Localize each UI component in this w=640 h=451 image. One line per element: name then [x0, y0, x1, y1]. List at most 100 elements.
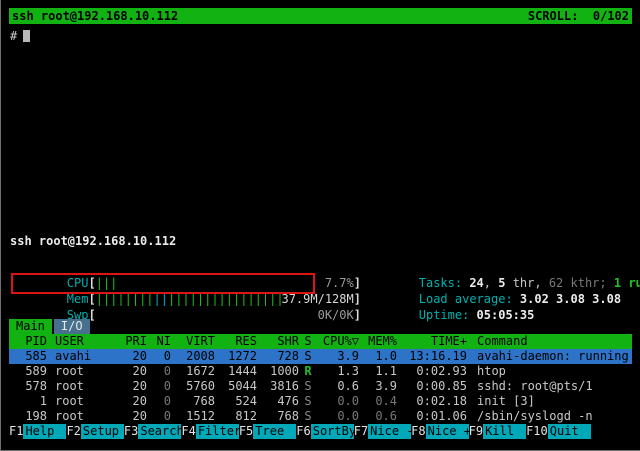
process-row[interactable]: 1 root 20 0 768 524 476 S 0.0 0.4 0:02.1…	[9, 394, 632, 409]
mem-meter-bars-buffers: ||	[154, 292, 168, 306]
fnkey-nice-minus[interactable]: F7Nice -	[354, 424, 411, 439]
tab-main[interactable]: Main	[9, 319, 52, 334]
fnkey-nice-plus[interactable]: F8Nice +	[411, 424, 468, 439]
process-row-selected[interactable]: 585 avahi 20 0 2008 1272 728 S 3.9 1.0 1…	[9, 349, 632, 364]
cell-res: 5044	[215, 379, 257, 394]
fnkey-action: Help	[23, 424, 66, 439]
cell-virt: 1512	[171, 409, 215, 424]
cell-pid: 198	[9, 409, 47, 424]
cell-res: 1272	[215, 349, 257, 364]
terminal-window: ssh root@192.168.10.112 SCROLL: 0/102 # …	[0, 0, 640, 451]
uptime-label: Uptime:	[419, 308, 477, 322]
cell-virt: 5760	[171, 379, 215, 394]
cell-user: root	[47, 409, 119, 424]
cell-user: avahi	[47, 349, 119, 364]
cpu-meter-track: |||7.7%	[96, 275, 354, 291]
fnkey-help[interactable]: F1Help	[9, 424, 66, 439]
cell-user: root	[47, 364, 119, 379]
fnkey-action: Nice -	[368, 424, 411, 439]
fnkey-action: Quit	[548, 424, 591, 439]
fnkey-label: F5	[239, 424, 253, 439]
cell-shr: 476	[257, 394, 299, 409]
prompt-symbol: #	[10, 29, 17, 43]
process-row[interactable]: 589 root 20 0 1672 1444 1000 R 1.3 1.1 0…	[9, 364, 632, 379]
header-pid[interactable]: PID	[9, 334, 47, 349]
cell-mem: 1.0	[359, 349, 397, 364]
header-time[interactable]: TIME+	[397, 334, 467, 349]
fnkey-action: Setup	[81, 424, 124, 439]
fnkey-quit[interactable]: F10Quit	[526, 424, 591, 439]
cell-cpu: 3.9	[317, 349, 359, 364]
header-pri[interactable]: PRI	[119, 334, 147, 349]
fnkey-label: F2	[66, 424, 80, 439]
cell-res: 524	[215, 394, 257, 409]
fnkey-tree[interactable]: F5Tree	[239, 424, 296, 439]
cell-state: S	[299, 349, 317, 364]
fnkey-setup[interactable]: F2Setup	[66, 424, 123, 439]
swap-meter-value: 0K/0K	[318, 307, 354, 323]
cursor-block	[23, 30, 30, 42]
fnkey-kill[interactable]: F9Kill	[469, 424, 526, 439]
cell-command: init [3]	[467, 394, 632, 409]
fnkey-action: SortBy	[311, 424, 354, 439]
cell-pid: 1	[9, 394, 47, 409]
cell-time: 13:16.19	[397, 349, 467, 364]
header-user[interactable]: USER	[47, 334, 119, 349]
header-mem[interactable]: MEM%	[359, 334, 397, 349]
cell-pri: 20	[119, 394, 147, 409]
header-state[interactable]: S	[299, 334, 317, 349]
cell-shr: 1000	[257, 364, 299, 379]
htop-panel: CPU[|||7.7%] Tasks: 24, 5 thr, 62 kthr; …	[9, 259, 632, 424]
fnkey-label: F7	[354, 424, 368, 439]
fnkey-label: F6	[296, 424, 310, 439]
fnkey-action: Search	[138, 424, 181, 439]
cell-time: 0:02.93	[397, 364, 467, 379]
cell-command: sshd: root@pts/1	[467, 379, 632, 394]
cell-cpu: 1.3	[317, 364, 359, 379]
header-res[interactable]: RES	[215, 334, 257, 349]
cell-ni: 0	[147, 394, 171, 409]
cell-ni: 0	[147, 364, 171, 379]
header-command[interactable]: Command	[467, 334, 632, 349]
cell-pri: 20	[119, 409, 147, 424]
cell-shr: 3816	[257, 379, 299, 394]
cell-shr: 768	[257, 409, 299, 424]
function-key-bar: F1Help F2Setup F3Search F4Filter F5Tree …	[9, 424, 632, 439]
cell-state: S	[299, 379, 317, 394]
scroll-indicator: SCROLL: 0/102	[528, 8, 629, 24]
cell-cpu: 0.0	[317, 394, 359, 409]
tab-io[interactable]: I/O	[54, 319, 90, 334]
header-shr[interactable]: SHR	[257, 334, 299, 349]
shell-prompt[interactable]: #	[10, 28, 30, 44]
header-virt[interactable]: VIRT	[171, 334, 215, 349]
cell-mem: 3.9	[359, 379, 397, 394]
fnkey-sortby[interactable]: F6SortBy	[296, 424, 353, 439]
bottom-pane-title: ssh root@192.168.10.112	[10, 233, 176, 249]
cell-ni: 0	[147, 409, 171, 424]
cell-virt: 768	[171, 394, 215, 409]
load-15min: 3.08	[585, 292, 621, 306]
process-row[interactable]: 578 root 20 0 5760 5044 3816 S 0.6 3.9 0…	[9, 379, 632, 394]
cell-mem: 0.6	[359, 409, 397, 424]
fnkey-filter[interactable]: F4Filter	[181, 424, 238, 439]
cell-pid: 589	[9, 364, 47, 379]
header-cpu-sort[interactable]: CPU%▽	[317, 334, 359, 349]
process-row[interactable]: 198 root 20 0 1512 812 768 S 0.0 0.6 0:0…	[9, 409, 632, 424]
cell-command: htop	[467, 364, 632, 379]
fnkey-label: F8	[411, 424, 425, 439]
cell-command: avahi-daemon: running	[467, 349, 632, 364]
header-ni[interactable]: NI	[147, 334, 171, 349]
cpu-meter-line: CPU[|||7.7%] Tasks: 24, 5 thr, 62 kthr; …	[9, 259, 632, 275]
fnkey-search[interactable]: F3Search	[124, 424, 181, 439]
process-table-header: PID USER PRI NI VIRT RES SHR S CPU%▽ MEM…	[9, 334, 632, 349]
fnkey-action: Nice +	[426, 424, 469, 439]
cell-virt: 1672	[171, 364, 215, 379]
bracket-close: ]	[354, 308, 361, 322]
cell-time: 0:02.18	[397, 394, 467, 409]
cell-ni: 0	[147, 379, 171, 394]
cpu-meter-value: 7.7%	[325, 275, 354, 291]
fnkey-label: F4	[181, 424, 195, 439]
cell-pid: 585	[9, 349, 47, 364]
cell-command: /sbin/syslogd -n	[467, 409, 632, 424]
cell-cpu: 0.0	[317, 409, 359, 424]
